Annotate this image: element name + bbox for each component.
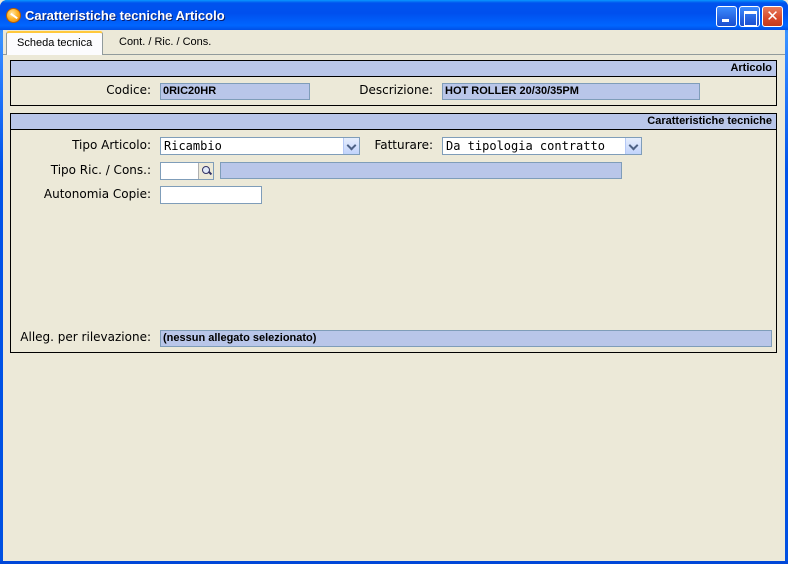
tipo-articolo-label: Tipo Articolo:	[72, 138, 151, 152]
tab-strip: Scheda tecnica Cont. / Ric. / Cons.	[3, 30, 785, 55]
autonomia-label: Autonomia Copie:	[43, 187, 151, 201]
fatturare-select[interactable]: Da tipologia contratto	[442, 137, 642, 155]
tipo-articolo-select[interactable]: Ricambio	[160, 137, 360, 155]
tipo-ric-desc-field	[220, 162, 622, 179]
alleg-label: Alleg. per rilevazione:	[20, 330, 151, 344]
tipo-ric-label: Tipo Ric. / Cons.:	[50, 163, 151, 177]
alleg-field[interactable]: (nessun allegato selezionato)	[160, 330, 772, 347]
descrizione-field: HOT ROLLER 20/30/35PM	[442, 83, 700, 100]
chevron-down-icon[interactable]	[625, 138, 641, 154]
caratteristiche-panel: Caratteristiche tecniche Tipo Articolo: …	[10, 113, 777, 353]
magnifier-icon[interactable]	[198, 163, 213, 179]
autonomia-input[interactable]	[160, 186, 262, 204]
window-frame: Caratteristiche tecniche Articolo ✕ Sche…	[0, 0, 788, 564]
tab-scheda-tecnica[interactable]: Scheda tecnica	[6, 31, 104, 55]
fatturare-label: Fatturare:	[374, 138, 433, 152]
tipo-ric-code-input[interactable]	[160, 162, 214, 180]
descrizione-label: Descrizione:	[359, 83, 433, 97]
articolo-panel: Articolo Codice: 0RIC20HR Descrizione: H…	[10, 60, 777, 106]
caratteristiche-header: Caratteristiche tecniche	[11, 114, 776, 130]
tab-cont-ric-cons[interactable]: Cont. / Ric. / Cons.	[111, 32, 219, 54]
app-icon[interactable]	[6, 8, 21, 23]
window-title: Caratteristiche tecniche Articolo	[25, 8, 225, 23]
client-area: Scheda tecnica Cont. / Ric. / Cons. Arti…	[3, 30, 785, 561]
tab-baseline	[3, 54, 785, 55]
fatturare-value: Da tipologia contratto	[446, 139, 605, 153]
codice-field: 0RIC20HR	[160, 83, 310, 100]
tipo-articolo-value: Ricambio	[164, 139, 222, 153]
close-button[interactable]: ✕	[762, 6, 783, 27]
title-bar[interactable]: Caratteristiche tecniche Articolo ✕	[0, 0, 788, 30]
codice-label: Codice:	[106, 83, 151, 97]
close-icon: ✕	[766, 7, 779, 25]
minimize-button[interactable]	[716, 6, 737, 27]
articolo-header: Articolo	[11, 61, 776, 77]
maximize-button[interactable]	[739, 6, 760, 27]
